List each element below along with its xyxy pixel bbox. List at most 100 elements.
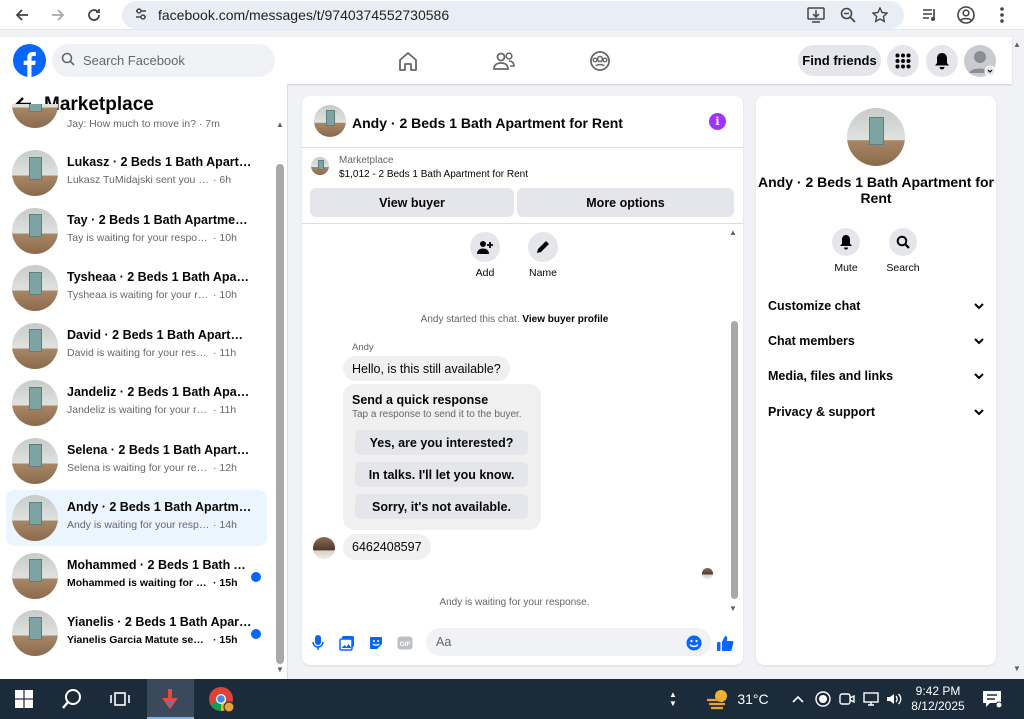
list-item-partial[interactable]: Jay: How much to move in? · 7m [6,104,267,134]
conversation-preview: Andy is waiting for your response. · 14h [67,519,237,531]
view-buyer-button[interactable]: View buyer [310,188,514,217]
browser-toolbar: facebook.com/messages/t/9740374552730586 [0,0,1024,30]
notification-center-icon[interactable] [980,679,1004,719]
account-avatar[interactable] [964,45,996,77]
customize-chat-section[interactable]: Customize chat [768,294,984,318]
volume-icon[interactable] [885,679,903,719]
facebook-search-box[interactable] [52,44,275,77]
conversation-list-item[interactable]: Yianelis · 2 Beds 1 Bath Apart... Yianeli… [6,605,267,661]
sticker-icon[interactable] [366,633,386,653]
page-scroll-up-arrow[interactable]: ▲ [1013,40,1021,49]
info-icon[interactable]: i [709,113,726,130]
scroll-down-arrow[interactable]: ▼ [729,604,737,613]
bookmark-star-icon[interactable] [868,3,892,27]
conversation-list-item[interactable]: Tay · 2 Beds 1 Bath Apartment f... Tay is… [6,203,267,259]
phone-message-bubble: 6462408597 [343,534,431,560]
conversation-time: · 12h [213,461,237,474]
conversation-list-item[interactable]: Lukasz · 2 Beds 1 Bath Apartme... Lukasz … [6,145,267,201]
conversation-time: · 10h [213,231,237,244]
chevron-up-icon[interactable] [790,679,806,719]
message-input-box[interactable] [426,628,711,656]
zoom-icon[interactable] [836,3,860,27]
conversation-list-item[interactable]: Andy · 2 Beds 1 Bath Apartment... Andy is… [6,490,267,546]
name-chat-action[interactable]: Name [521,232,565,279]
reload-icon[interactable] [82,3,106,27]
notifications-bell-icon[interactable] [926,45,958,77]
privacy-support-section[interactable]: Privacy & support [768,400,984,424]
find-friends-button[interactable]: Find friends [798,45,881,76]
weather-icon[interactable] [703,679,733,719]
groups-icon[interactable] [588,49,612,73]
chat-title[interactable]: Andy · 2 Beds 1 Bath Apartment for Rent [352,115,623,131]
network-icon[interactable] [862,679,880,719]
mute-label: Mute [834,262,858,274]
buyer-avatar[interactable] [313,537,335,559]
conversation-list-item[interactable]: Mohammed · 2 Beds 1 Bath A... Mohammed is… [6,548,267,604]
windows-start-icon[interactable] [10,679,38,719]
listing-price-title[interactable]: $1,012 - 2 Beds 1 Bath Apartment for Ren… [339,169,528,180]
conversation-time: · 6h [213,174,232,186]
conversation-list-item[interactable]: Jandeliz · 2 Beds 1 Bath Apartm... Jandel… [6,375,267,431]
sidebar-scrollbar[interactable]: ▲ ▼ [275,120,285,675]
conversation-preview: Yianelis Garcia Matute sent yo...· 15h [67,634,238,646]
quick-response-option[interactable]: Sorry, it's not available. [355,494,528,519]
mute-action[interactable]: Mute [821,228,871,274]
quick-response-option[interactable]: Yes, are you interested? [355,430,528,455]
media-control-icon[interactable] [918,3,942,27]
more-options-button[interactable]: More options [517,188,734,217]
listing-thumbnail[interactable] [847,108,905,166]
media-files-links-section[interactable]: Media, files and links [768,364,984,388]
friends-icon[interactable] [492,49,516,73]
emoji-icon[interactable] [684,633,704,653]
facebook-logo-icon[interactable] [13,44,46,77]
photo-icon[interactable] [337,633,357,653]
clock[interactable]: 9:42 PM 8/12/2025 [908,679,968,719]
scrollbar-thumb[interactable] [731,321,738,599]
meet-now-icon[interactable] [838,679,856,719]
facebook-search-input[interactable] [83,53,263,68]
search-icon[interactable] [58,679,86,719]
conversation-list-item[interactable]: Tysheaa · 2 Beds 1 Bath Apartm... Tysheaa… [6,260,267,316]
microphone-icon[interactable] [308,633,328,653]
site-settings-icon[interactable] [134,7,148,24]
conversation-time: · 10h [213,289,237,301]
quick-response-option[interactable]: In talks. I'll let you know. [355,462,528,487]
quick-response-title: Send a quick response [352,393,489,407]
profile-icon[interactable] [954,3,978,27]
conversation-preview: Lukasz TuMidajski sent you a mess...· 6h [67,174,232,186]
back-arrow-icon[interactable] [10,3,34,27]
listing-thumbnail [12,265,58,311]
address-bar[interactable]: facebook.com/messages/t/9740374552730586 [122,1,904,29]
install-app-icon[interactable] [804,3,828,27]
forward-arrow-icon[interactable] [46,3,70,27]
record-icon[interactable] [814,679,832,719]
search-action[interactable]: Search [878,228,928,274]
scrollbar-thumb[interactable] [276,164,284,664]
page-scroll-down-arrow[interactable]: ▼ [1013,664,1021,673]
gif-icon[interactable]: GIF [395,633,415,653]
view-buyer-profile-link[interactable]: View buyer profile [522,314,608,325]
home-icon[interactable] [396,49,420,73]
conversation-list-item[interactable]: David · 2 Beds 1 Bath Apartmen... David i… [6,318,267,374]
listing-thumbnail [12,437,58,484]
search-icon [61,52,75,69]
pinned-app-icon[interactable] [152,679,188,719]
tray-scroll-icon[interactable]: ▲ ▼ [666,679,680,719]
chat-scrollbar[interactable]: ▲ ▼ [729,228,739,614]
thumbs-up-icon[interactable] [715,633,735,653]
browser-menu-icon[interactable] [990,3,1014,27]
scroll-up-arrow[interactable]: ▲ [276,120,284,129]
listing-thumbnail[interactable] [314,105,346,137]
task-view-icon[interactable] [106,679,134,719]
bell-icon [832,228,860,256]
conversation-list-item[interactable]: Selena · 2 Beds 1 Bath Apartme... Selena … [6,433,267,489]
menu-grid-icon[interactable] [887,45,919,77]
conversation-name: Yianelis · 2 Beds 1 Bath Apart... [67,615,252,629]
chat-members-section[interactable]: Chat members [768,329,984,353]
marketplace-inbox-sidebar: Marketplace Jay: How much to move in? · … [0,84,288,679]
scroll-down-arrow[interactable]: ▼ [276,665,284,674]
add-member-action[interactable]: Add [463,232,507,279]
scroll-up-arrow[interactable]: ▲ [729,228,737,237]
chrome-icon[interactable] [204,679,238,719]
message-input[interactable] [436,635,676,649]
